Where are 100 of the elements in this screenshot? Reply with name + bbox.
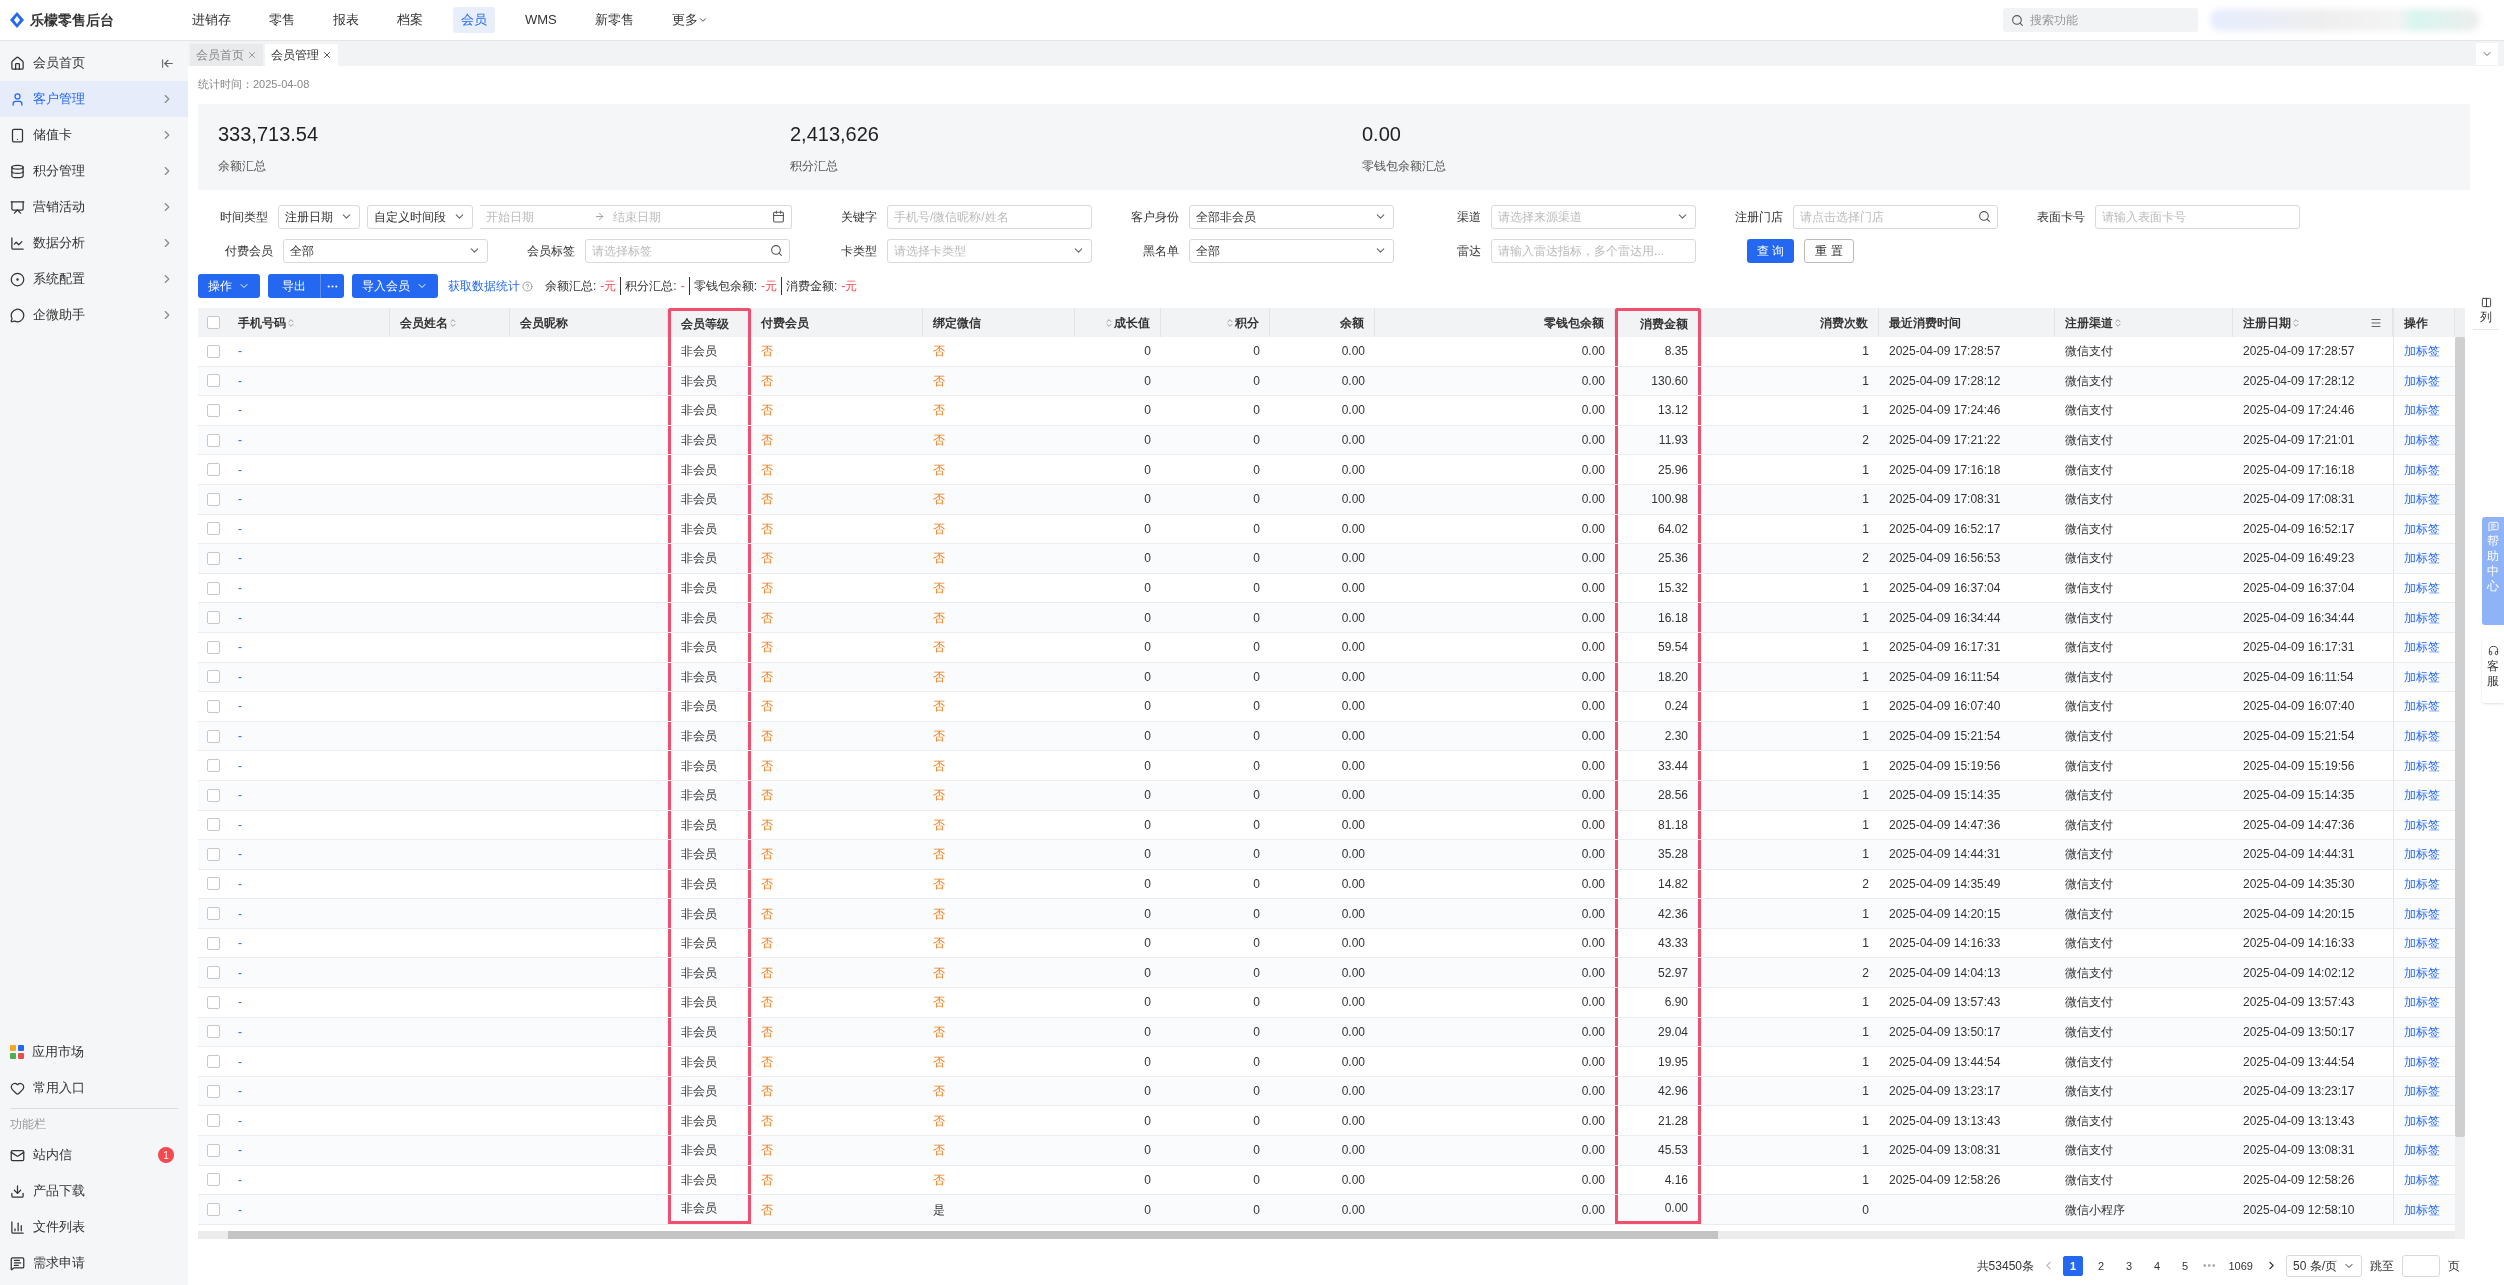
sort-icon[interactable] — [448, 317, 458, 328]
checkbox[interactable] — [206, 1055, 220, 1069]
phone-link[interactable]: - — [238, 815, 242, 834]
add-tag-link[interactable]: 加标签 — [2404, 904, 2440, 923]
add-tag-link[interactable]: 加标签 — [2404, 845, 2440, 864]
stats-link[interactable]: 获取数据统计 — [448, 277, 520, 295]
sidebar-item[interactable]: 文件列表 — [0, 1209, 188, 1245]
dropdown-button[interactable]: 操作 — [198, 274, 260, 298]
phone-link[interactable]: - — [238, 460, 242, 479]
sort-icon[interactable] — [2291, 317, 2301, 328]
sidebar-item[interactable]: 会员首页 — [0, 45, 191, 81]
phone-link[interactable]: - — [238, 697, 242, 716]
add-tag-link[interactable]: 加标签 — [2404, 401, 2440, 420]
checkbox[interactable] — [206, 344, 220, 358]
phone-link[interactable]: - — [238, 875, 242, 893]
phone-link[interactable]: - — [238, 1170, 242, 1189]
checkbox[interactable] — [206, 699, 220, 713]
checkbox[interactable] — [206, 433, 220, 447]
checkbox[interactable] — [206, 1025, 220, 1039]
phone-link[interactable]: - — [238, 963, 242, 982]
checkbox[interactable] — [206, 522, 220, 536]
checkbox[interactable] — [206, 907, 220, 921]
checkbox[interactable] — [206, 463, 220, 477]
checkbox[interactable] — [206, 818, 220, 832]
sidebar-item[interactable]: 站内信 1 — [0, 1137, 188, 1173]
sidebar-item[interactable]: 积分管理 — [0, 153, 188, 189]
add-tag-link[interactable]: 加标签 — [2404, 431, 2440, 450]
page-tab[interactable]: 会员首页 — [190, 44, 263, 66]
top-menu-item[interactable]: WMS — [517, 7, 565, 33]
select-field[interactable]: 全部 — [283, 238, 488, 263]
phone-link[interactable]: - — [238, 371, 242, 390]
phone-link[interactable]: - — [238, 993, 242, 1012]
checkbox[interactable] — [206, 1203, 220, 1216]
checkbox[interactable] — [206, 847, 220, 861]
tabs-dropdown-button[interactable] — [2476, 43, 2498, 65]
top-menu-item[interactable]: 档案 — [389, 7, 431, 33]
phone-link[interactable]: - — [238, 1141, 242, 1160]
horizontal-scrollbar[interactable] — [198, 1230, 2455, 1239]
customer-service-button[interactable]: 客服 — [2482, 639, 2504, 703]
add-tag-link[interactable]: 加标签 — [2404, 875, 2440, 893]
phone-link[interactable]: - — [238, 1111, 242, 1130]
phone-link[interactable]: - — [238, 401, 242, 420]
sort-icon[interactable] — [1104, 317, 1114, 328]
sort-icon[interactable] — [1225, 317, 1235, 328]
close-icon[interactable] — [322, 50, 332, 60]
add-tag-link[interactable]: 加标签 — [2404, 1022, 2440, 1041]
select-field[interactable]: 全部 — [1189, 238, 1394, 263]
top-menu-item[interactable]: 进销存 — [184, 7, 239, 33]
more-button[interactable] — [320, 274, 344, 298]
sidebar-item[interactable]: 企微助手 — [0, 297, 188, 333]
add-tag-link[interactable]: 加标签 — [2404, 1052, 2440, 1071]
input-field[interactable]: 手机号/微信昵称/姓名 — [887, 205, 1092, 229]
page-input[interactable] — [2402, 1254, 2440, 1277]
phone-link[interactable]: - — [238, 934, 242, 953]
add-tag-link[interactable]: 加标签 — [2404, 579, 2440, 598]
checkbox[interactable] — [206, 1114, 220, 1128]
phone-link[interactable]: - — [238, 490, 242, 509]
checkbox[interactable] — [206, 670, 220, 684]
search-field[interactable]: 搜索功能 — [2003, 8, 2198, 32]
page-size-select[interactable]: 50 条/页 — [2286, 1254, 2362, 1277]
sidebar-item[interactable]: 系统配置 — [0, 261, 188, 297]
input-field[interactable]: 请输入雷达指标，多个雷达用... — [1491, 239, 1696, 263]
add-tag-link[interactable]: 加标签 — [2404, 490, 2440, 509]
menu-icon[interactable] — [2370, 316, 2382, 329]
reset-button[interactable]: 重 置 — [1804, 238, 1854, 263]
phone-link[interactable]: - — [238, 608, 242, 627]
add-tag-link[interactable]: 加标签 — [2404, 993, 2440, 1012]
vertical-scrollbar[interactable] — [2455, 308, 2465, 1239]
sidebar-item[interactable]: 营销活动 — [0, 189, 188, 225]
phone-link[interactable]: - — [238, 1200, 242, 1219]
add-tag-link[interactable]: 加标签 — [2404, 934, 2440, 953]
top-menu-item[interactable]: 更多 — [663, 7, 716, 33]
query-button[interactable]: 查 询 — [1747, 238, 1795, 263]
phone-link[interactable]: - — [238, 667, 242, 686]
add-tag-link[interactable]: 加标签 — [2404, 1170, 2440, 1189]
phone-link[interactable]: - — [238, 756, 242, 775]
add-tag-link[interactable]: 加标签 — [2404, 697, 2440, 716]
phone-link[interactable]: - — [238, 519, 242, 538]
select-field[interactable]: 自定义时间段 — [367, 204, 473, 229]
checkbox[interactable] — [206, 316, 220, 329]
phone-link[interactable]: - — [238, 904, 242, 923]
checkbox[interactable] — [206, 611, 220, 625]
add-tag-link[interactable]: 加标签 — [2404, 460, 2440, 479]
phone-link[interactable]: - — [238, 431, 242, 450]
top-menu-item[interactable]: 报表 — [325, 7, 367, 33]
sidebar-item[interactable]: 需求申请 — [0, 1245, 188, 1281]
sidebar-item[interactable]: 数据分析 — [0, 225, 188, 261]
add-tag-link[interactable]: 加标签 — [2404, 786, 2440, 805]
add-tag-link[interactable]: 加标签 — [2404, 1082, 2440, 1101]
phone-link[interactable]: - — [238, 579, 242, 598]
add-tag-link[interactable]: 加标签 — [2404, 371, 2440, 390]
top-menu-item[interactable]: 新零售 — [586, 7, 642, 33]
phone-link[interactable]: - — [238, 1052, 242, 1071]
checkbox[interactable] — [206, 640, 220, 654]
add-tag-link[interactable]: 加标签 — [2404, 756, 2440, 775]
checkbox[interactable] — [206, 374, 220, 388]
phone-link[interactable]: - — [238, 1082, 242, 1101]
sidebar-item[interactable]: 应用市场 — [0, 1034, 188, 1070]
add-tag-link[interactable]: 加标签 — [2404, 727, 2440, 745]
checkbox[interactable] — [206, 404, 220, 417]
